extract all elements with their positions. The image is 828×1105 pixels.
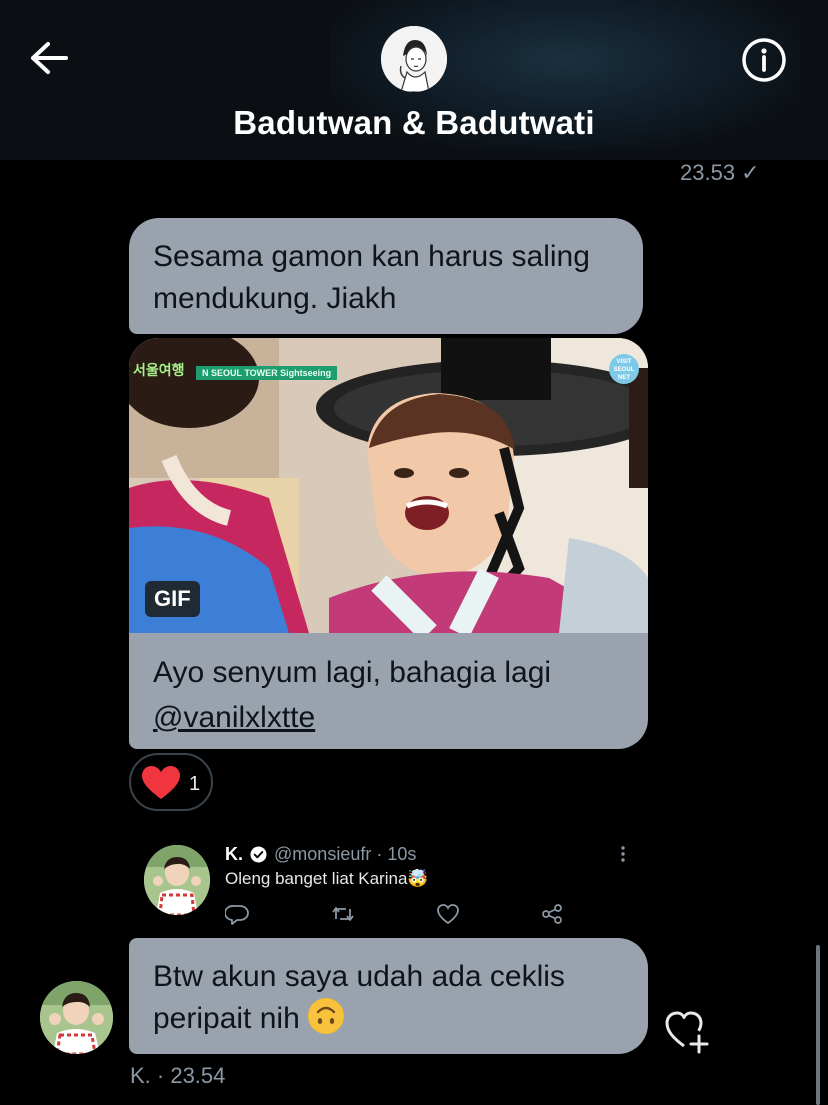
reaction-pill[interactable]: 1 [129,753,213,811]
upside-down-face-emoji-icon [308,998,345,1034]
show-banner: N SEOUL TOWER Sightseeing [196,366,338,380]
separator-dot: · [371,844,388,864]
show-logo: 서울여행 [133,362,185,378]
like-icon[interactable] [436,903,460,925]
quoted-tweet[interactable]: K. @monsieufr · 10s Oleng banget liat Ka… [138,835,640,935]
sender-name-timestamp: K. · 23.54 [130,1063,226,1088]
info-circle-icon[interactable] [741,37,787,83]
sketch-portrait-image [381,26,447,92]
message-text: Btw akun saya udah ada ceklis peripait n… [153,960,565,1035]
tweet-handle[interactable]: @monsieufr [274,844,371,864]
group-avatar[interactable] [381,26,447,92]
caption-text: Ayo senyum lagi, bahagia lagi [153,656,552,689]
gif-caption: Ayo senyum lagi, bahagia lagi @vanilxlxt… [153,650,551,740]
gif-message[interactable]: 서울여행 N SEOUL TOWER Sightseeing VISIT SEO… [129,338,648,749]
add-reaction-icon[interactable] [664,1008,712,1054]
mention-link[interactable]: @vanilxlxtte [153,695,551,740]
gif-badge[interactable]: GIF [145,581,200,617]
tweet-avatar-image [144,845,210,915]
tweet-action-bar [225,903,575,927]
conversation-title[interactable]: Badutwan & Badutwati [0,104,828,142]
tweet-author-name[interactable]: K. [225,844,243,864]
sender-avatar-image [40,981,113,1054]
reaction-count: 1 [189,773,201,795]
message-bubble[interactable]: Btw akun saya udah ada ceklis peripait n… [129,938,648,1054]
tweet-header: K. @monsieufr · 10s [225,844,416,865]
arrow-left-icon[interactable] [26,38,72,78]
sender-avatar[interactable] [40,981,113,1054]
gif-frame-image [129,338,648,633]
tweet-avatar[interactable] [144,845,210,915]
reply-icon[interactable] [225,903,249,925]
heart-icon [142,766,180,799]
visit-seoul-badge: VISIT SEOUL NET [609,354,639,384]
retweet-icon[interactable] [331,903,355,925]
more-options-icon[interactable] [618,845,628,863]
gif-image[interactable]: 서울여행 N SEOUL TOWER Sightseeing VISIT SEO… [129,338,648,633]
scrollbar[interactable] [816,945,820,1105]
message-bubble[interactable]: Sesama gamon kan harus saling mendukung.… [129,218,643,334]
message-text: Sesama gamon kan harus saling mendukung.… [153,240,590,315]
message-timestamp: 23.53 ✓ [680,160,760,185]
tweet-time: 10s [387,844,417,864]
verified-badge-icon [250,846,267,863]
tweet-text: Oleng banget liat Karina🤯 [225,869,429,888]
share-icon[interactable] [540,903,564,925]
